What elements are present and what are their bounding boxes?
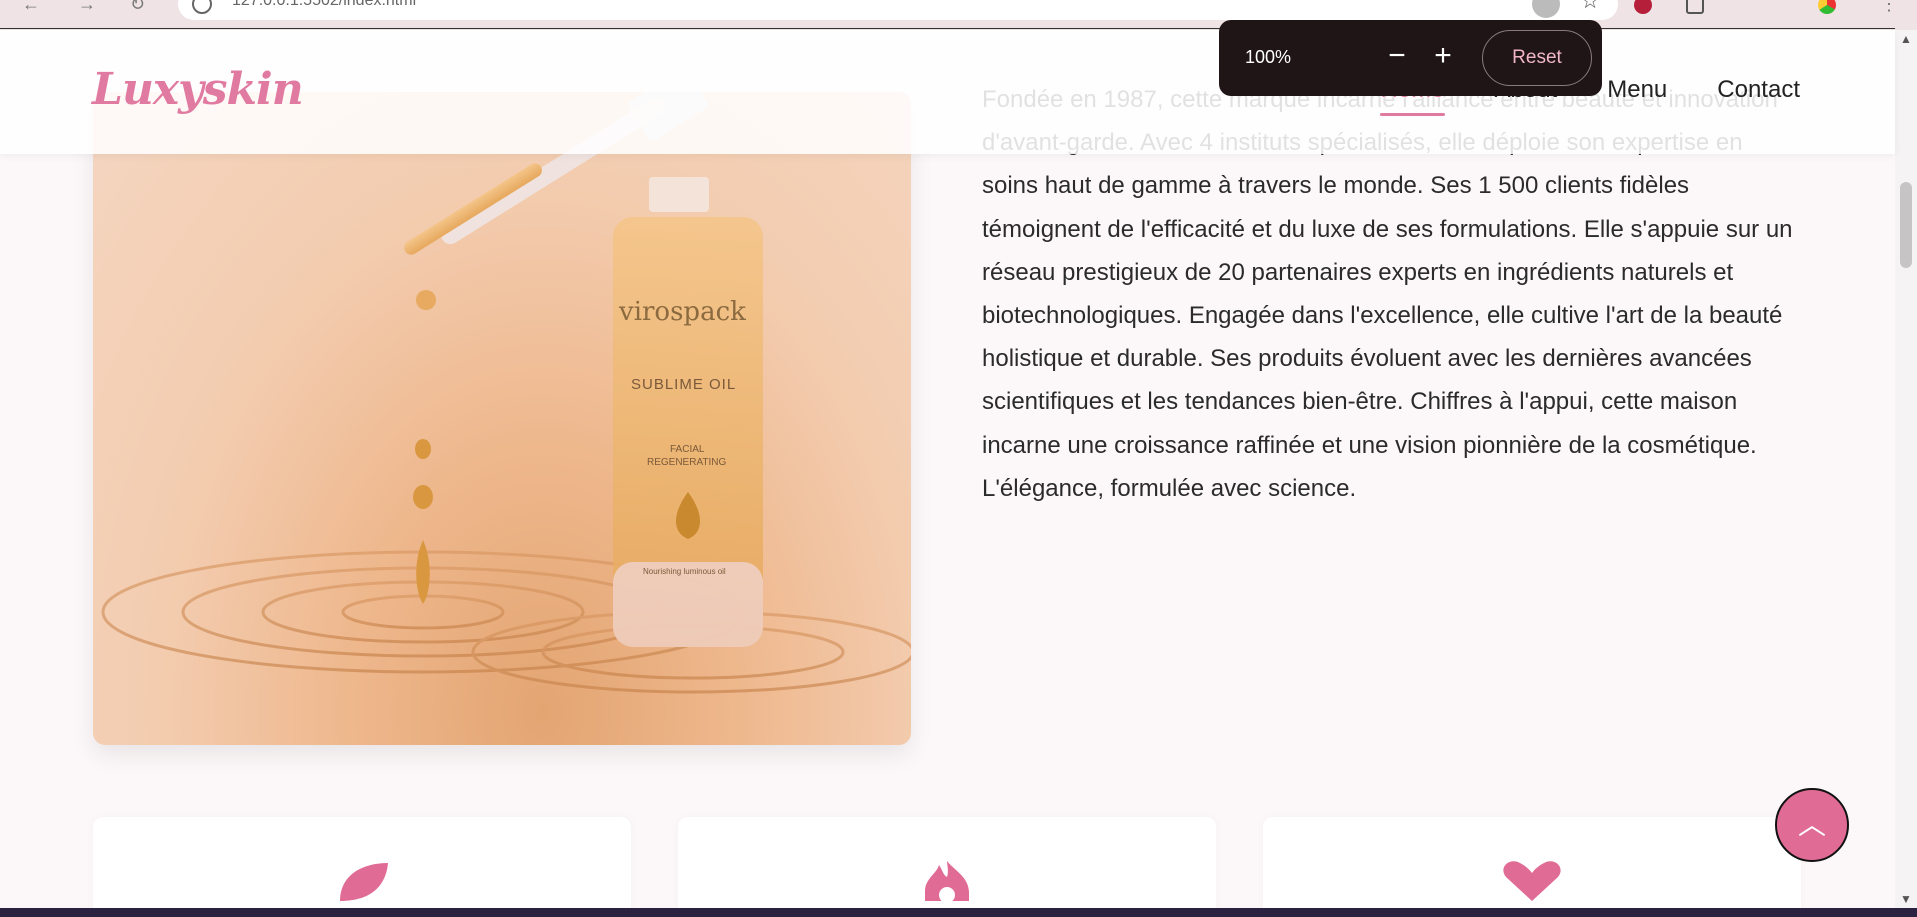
- scroll-up-arrow-icon[interactable]: ▲: [1895, 32, 1917, 46]
- oil-drops: [413, 439, 433, 604]
- bottle-subtitle-2: REGENERATING: [647, 457, 726, 468]
- back-to-top-button[interactable]: ︿: [1775, 788, 1849, 862]
- reload-icon[interactable]: ↻: [130, 0, 145, 15]
- zoom-level: 100%: [1245, 47, 1292, 67]
- product-image: virospack SUBLIME OIL FACIAL REGENERATIN…: [93, 92, 911, 745]
- zoom-out-button[interactable]: −: [1382, 41, 1412, 72]
- bottle-product: SUBLIME OIL: [631, 376, 736, 393]
- page-scrollbar[interactable]: ▲ ▼: [1895, 30, 1917, 908]
- leaf-icon: [340, 863, 388, 901]
- extension-icon[interactable]: [1634, 0, 1652, 14]
- address-bar[interactable]: 127.0.0.1:5502/index.html ☆: [178, 0, 1618, 20]
- scroll-down-arrow-icon[interactable]: ▼: [1895, 892, 1917, 906]
- water-ripples: [101, 550, 911, 694]
- zoom-indicator-icon[interactable]: [1532, 0, 1560, 18]
- profile-avatar-icon[interactable]: [1818, 0, 1836, 14]
- scrollbar-thumb[interactable]: [1900, 182, 1912, 268]
- brand-logo[interactable]: Luxyskin: [92, 64, 304, 115]
- zoom-popup: 100% − + Reset: [1219, 20, 1602, 96]
- zoom-reset-button[interactable]: Reset: [1482, 30, 1592, 86]
- oil-bottle: virospack SUBLIME OIL FACIAL REGENERATIN…: [613, 177, 763, 647]
- nav-link-contact[interactable]: Contact: [1717, 76, 1800, 104]
- feature-card-care: [1263, 817, 1801, 917]
- chevron-up-icon: ︿: [1797, 809, 1826, 840]
- site-navbar: Luxyskin Home About Menu Contact: [0, 30, 1895, 154]
- feature-card-effect: [678, 817, 1216, 917]
- zoom-in-button[interactable]: +: [1428, 41, 1458, 72]
- bottle-tagline: Nourishing luminous oil: [643, 567, 726, 576]
- nav-link-menu[interactable]: Menu: [1607, 76, 1667, 104]
- extensions-puzzle-icon[interactable]: [1686, 0, 1704, 14]
- feature-card-natural: [93, 817, 631, 917]
- browser-toolbar: ← → ↻ 127.0.0.1:5502/index.html ☆ ⋮: [0, 0, 1917, 30]
- site-info-icon[interactable]: [192, 0, 212, 14]
- bookmark-star-icon[interactable]: ☆: [1580, 0, 1600, 14]
- back-icon[interactable]: ←: [22, 0, 40, 15]
- bottle-subtitle-1: FACIAL: [670, 444, 705, 455]
- bottle-brand: virospack: [618, 297, 746, 327]
- forward-icon[interactable]: →: [78, 0, 96, 15]
- os-taskbar: [0, 908, 1917, 917]
- address-url[interactable]: 127.0.0.1:5502/index.html: [232, 0, 416, 10]
- heart-icon: [1503, 861, 1561, 901]
- toolbar-divider: [0, 28, 1895, 29]
- fire-icon: [925, 861, 969, 901]
- browser-menu-icon[interactable]: ⋮: [1880, 0, 1898, 15]
